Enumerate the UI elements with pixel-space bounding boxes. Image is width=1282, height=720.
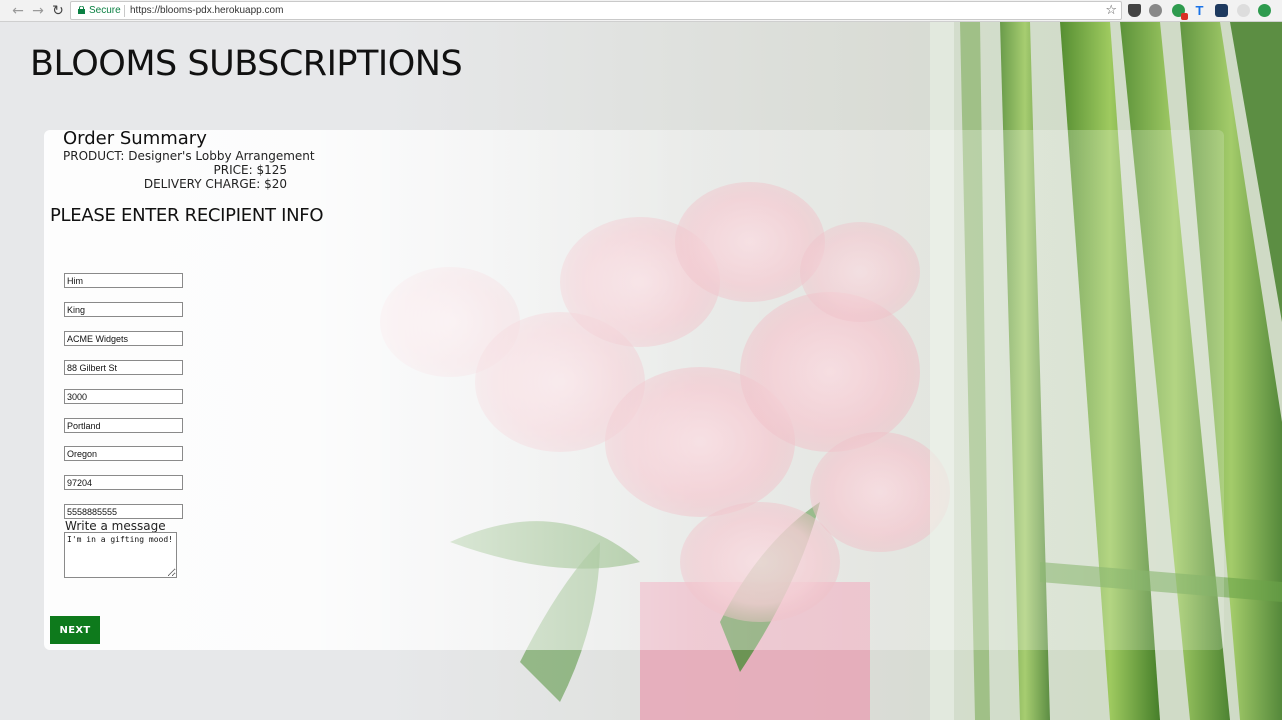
green-extension-icon[interactable] bbox=[1258, 4, 1271, 17]
page-title: BLOOMS SUBSCRIPTIONS bbox=[30, 44, 463, 84]
page-content: BLOOMS SUBSCRIPTIONS bbox=[0, 22, 1282, 720]
t-extension-icon[interactable]: T bbox=[1193, 4, 1206, 17]
screen-extension-icon[interactable] bbox=[1215, 4, 1228, 17]
vpn-extension-icon[interactable] bbox=[1149, 4, 1162, 17]
zip-field[interactable] bbox=[64, 475, 183, 490]
grammarly-extension-icon[interactable] bbox=[1172, 4, 1188, 20]
street-address-field[interactable] bbox=[64, 360, 183, 375]
secure-label: Secure bbox=[89, 5, 121, 16]
city-field[interactable] bbox=[64, 418, 183, 433]
state-field[interactable] bbox=[64, 446, 183, 461]
browser-toolbar: ← → ↻ Secure https://blooms-pdx.herokuap… bbox=[0, 0, 1282, 22]
company-field[interactable] bbox=[64, 331, 183, 346]
lock-icon bbox=[78, 6, 85, 14]
delivery-charge-line: DELIVERY CHARGE: $20 bbox=[143, 177, 287, 191]
order-summary-heading: Order Summary bbox=[63, 128, 207, 149]
bookmark-star-icon[interactable]: ☆ bbox=[1105, 3, 1117, 19]
ghost-extension-icon[interactable] bbox=[1237, 4, 1250, 17]
phone-field[interactable] bbox=[64, 504, 183, 519]
url-text[interactable]: https://blooms-pdx.herokuapp.com bbox=[130, 4, 283, 18]
message-label: Write a message bbox=[65, 519, 166, 533]
reload-icon[interactable]: ↻ bbox=[50, 3, 66, 19]
unit-field[interactable] bbox=[64, 389, 183, 404]
forward-arrow-icon[interactable]: → bbox=[30, 3, 46, 19]
recipient-info-heading: PLEASE ENTER RECIPIENT INFO bbox=[50, 205, 324, 226]
address-bar[interactable]: Secure https://blooms-pdx.herokuapp.com … bbox=[70, 1, 1122, 20]
back-arrow-icon[interactable]: ← bbox=[10, 3, 26, 19]
notification-badge bbox=[1181, 13, 1188, 20]
price-line: PRICE: $125 bbox=[213, 163, 287, 177]
last-name-field[interactable] bbox=[64, 302, 183, 317]
url-separator bbox=[124, 5, 125, 17]
product-line: PRODUCT: Designer's Lobby Arrangement bbox=[63, 149, 315, 163]
pocket-extension-icon[interactable] bbox=[1128, 4, 1141, 17]
next-button[interactable]: NEXT bbox=[50, 616, 100, 644]
first-name-field[interactable] bbox=[64, 273, 183, 288]
message-textarea[interactable]: I'm in a gifting mood! bbox=[64, 532, 177, 578]
